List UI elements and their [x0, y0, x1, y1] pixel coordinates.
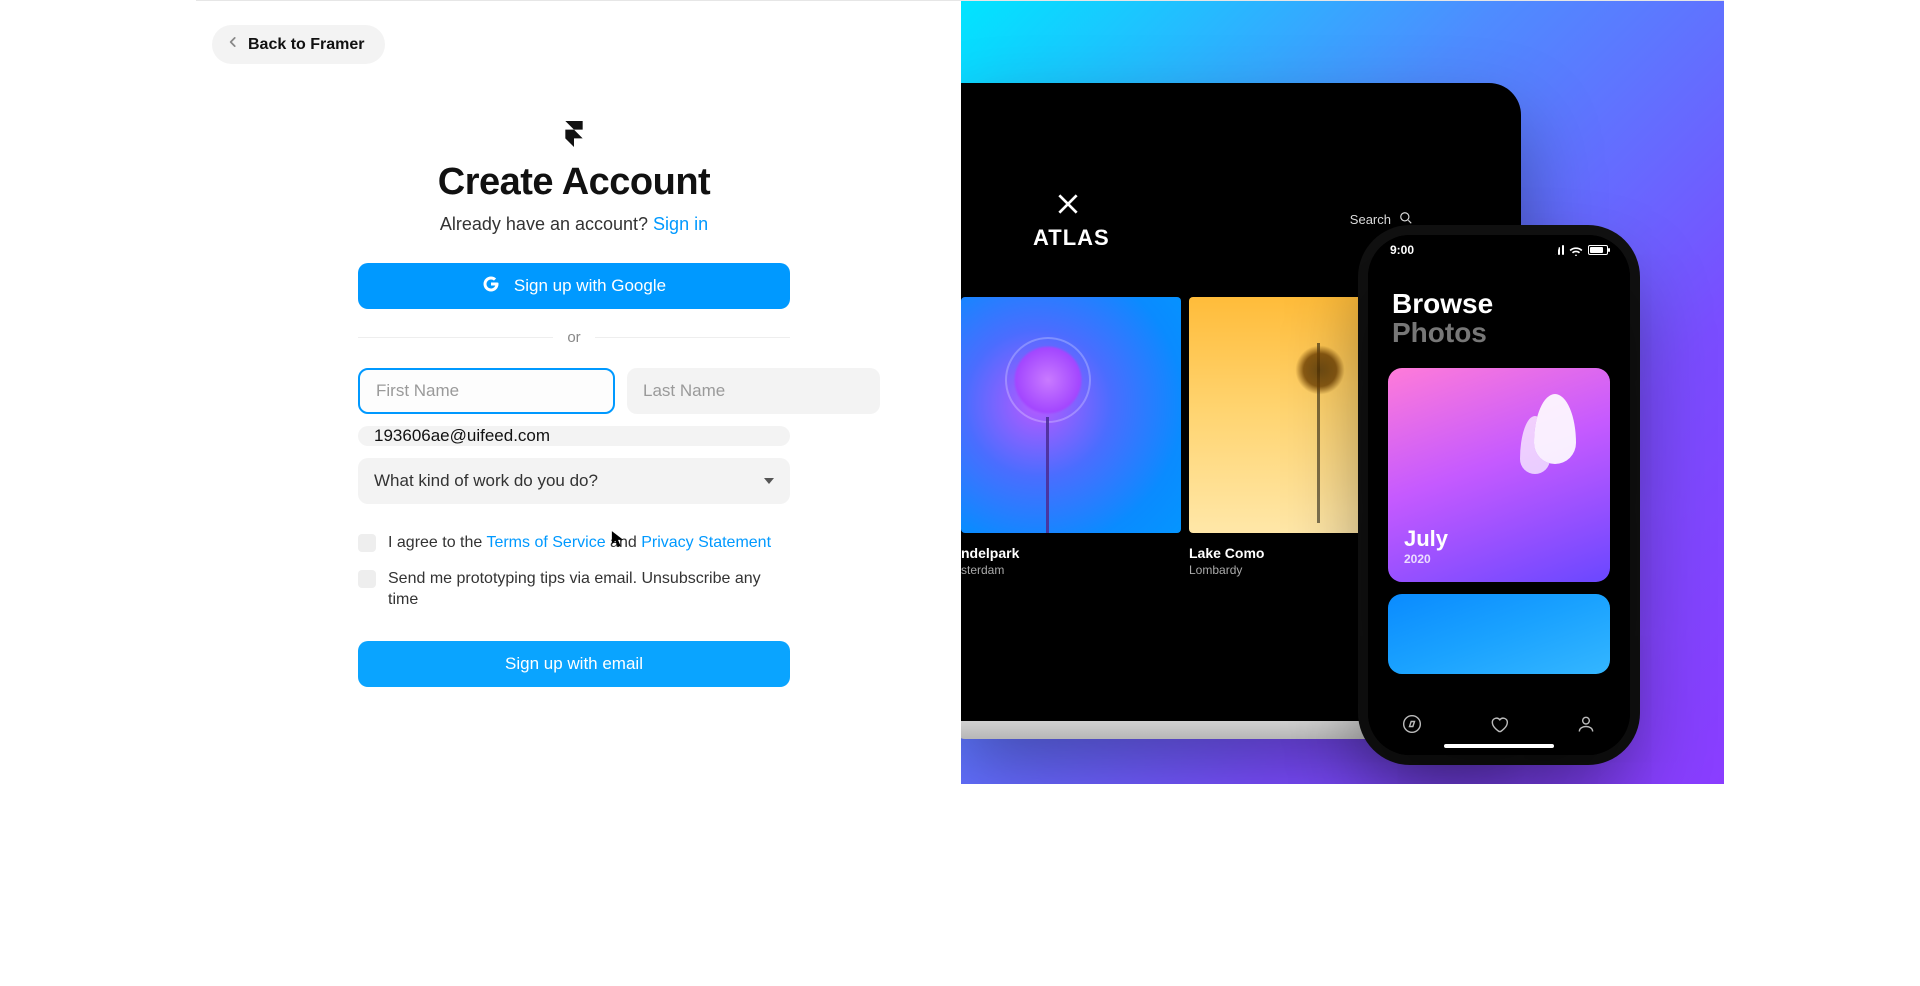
wifi-icon	[1569, 245, 1583, 255]
user-icon	[1576, 714, 1596, 739]
back-button[interactable]: Back to Framer	[212, 25, 385, 64]
first-name-input[interactable]	[358, 368, 615, 414]
laptop-brand: ATLAS	[1033, 225, 1110, 251]
signup-left-pane: Back to Framer Create Account Already ha…	[196, 1, 961, 784]
search-icon	[1399, 211, 1413, 228]
close-icon	[1055, 191, 1081, 222]
back-label: Back to Framer	[248, 36, 365, 54]
last-name-input[interactable]	[627, 368, 880, 414]
google-icon	[482, 275, 500, 298]
email-signup-button[interactable]: Sign up with email	[358, 641, 790, 687]
email-signup-label: Sign up with email	[505, 654, 643, 673]
signin-link[interactable]: Sign in	[653, 214, 708, 234]
laptop-search: Search	[1350, 211, 1413, 228]
tips-checkbox-row: Send me prototyping tips via email. Unsu…	[358, 568, 790, 611]
card-image	[961, 297, 1181, 533]
compass-icon	[1402, 714, 1422, 739]
google-signup-label: Sign up with Google	[514, 276, 666, 296]
privacy-link[interactable]: Privacy Statement	[641, 534, 771, 551]
tips-text: Send me prototyping tips via email. Unsu…	[388, 568, 790, 611]
email-input[interactable]	[358, 426, 790, 446]
phone-photo-card: July 2020	[1388, 368, 1610, 582]
divider: or	[358, 329, 790, 346]
home-indicator	[1444, 744, 1554, 748]
page-title: Create Account	[438, 161, 710, 204]
work-select-label: What kind of work do you do?	[374, 471, 598, 491]
tips-checkbox[interactable]	[358, 570, 376, 588]
terms-text: I agree to the Terms of Service and Priv…	[388, 532, 771, 554]
tos-link[interactable]: Terms of Service	[486, 534, 605, 551]
laptop-search-label: Search	[1350, 212, 1391, 227]
terms-checkbox[interactable]	[358, 534, 376, 552]
phone-heading: Browse Photos	[1392, 289, 1630, 348]
terms-checkbox-row: I agree to the Terms of Service and Priv…	[358, 532, 790, 554]
signin-prompt: Already have an account? Sign in	[440, 214, 708, 235]
chevron-left-icon	[226, 35, 240, 54]
google-signup-button[interactable]: Sign up with Google	[358, 263, 790, 309]
heart-icon	[1489, 714, 1509, 739]
phone-card-month: July	[1404, 526, 1448, 552]
gallery-card: ndelpark sterdam	[961, 297, 1181, 577]
phone-time: 9:00	[1390, 243, 1414, 257]
phone-notch	[1439, 235, 1559, 261]
phone-mock: 9:00 Browse Photos July	[1368, 235, 1630, 755]
card-subtitle: sterdam	[961, 563, 1181, 577]
work-select[interactable]: What kind of work do you do?	[358, 458, 790, 504]
caret-down-icon	[764, 478, 774, 484]
framer-logo-icon	[561, 121, 587, 147]
battery-icon	[1588, 245, 1608, 255]
phone-photo-card	[1388, 594, 1610, 674]
signup-preview-pane: ATLAS Search ndelpark sterdam Lake Como …	[961, 1, 1724, 784]
signup-form: Create Account Already have an account? …	[358, 121, 790, 687]
card-title: ndelpark	[961, 545, 1181, 561]
phone-card-year: 2020	[1404, 552, 1448, 566]
divider-label: or	[567, 329, 580, 346]
